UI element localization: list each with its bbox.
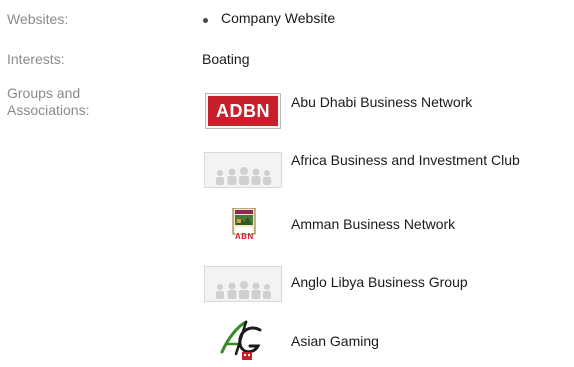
group-name-africa[interactable]: Africa Business and Investment Club: [291, 152, 520, 168]
adbn-logo-text: ADBN: [216, 100, 270, 121]
interests-value: Boating: [202, 51, 250, 67]
interests-label: Interests:: [7, 51, 65, 67]
group-name-asian-gaming[interactable]: Asian Gaming: [291, 333, 379, 349]
adbn-logo[interactable]: ADBN: [205, 93, 281, 129]
group-name-abu-dhabi[interactable]: Abu Dhabi Business Network: [291, 94, 472, 110]
groups-label-line1: Groups and: [7, 85, 81, 101]
company-website-link[interactable]: Company Website: [221, 10, 335, 26]
websites-label: Websites:: [7, 11, 69, 27]
abn-logo-text: ABN: [235, 232, 254, 241]
group-name-anglo-libya[interactable]: Anglo Libya Business Group: [291, 274, 468, 290]
asian-gaming-logo[interactable]: [216, 318, 266, 362]
group-placeholder-icon[interactable]: [204, 152, 282, 188]
list-bullet: [203, 18, 208, 23]
abn-logo[interactable]: ABN: [229, 207, 259, 242]
group-placeholder-icon[interactable]: [204, 266, 282, 302]
groups-label-line2: Associations:: [7, 102, 90, 118]
group-name-amman[interactable]: Amman Business Network: [291, 216, 455, 232]
